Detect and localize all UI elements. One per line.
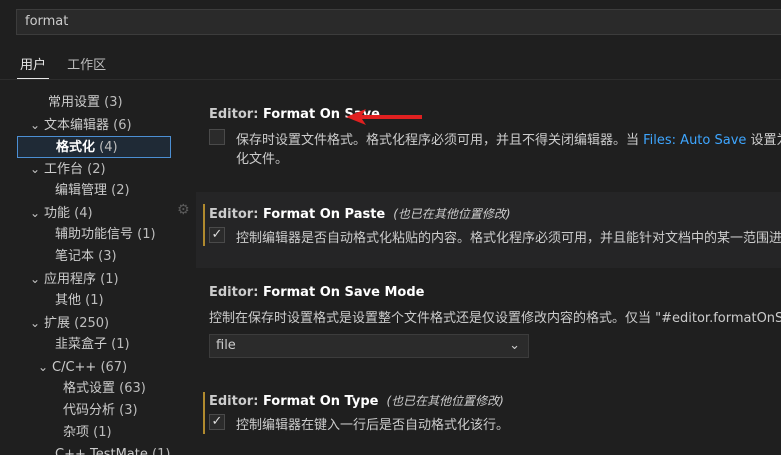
- setting-title-format-on-save-mode: Editor: Format On Save Mode: [209, 285, 425, 300]
- chevron-down-icon: ⌄: [30, 118, 41, 132]
- modified-elsewhere-label[interactable]: (也已在其他位置修改): [386, 394, 503, 408]
- chevron-down-icon: ⌄: [509, 338, 520, 353]
- check-icon: ✓: [211, 414, 223, 429]
- annotation-arrow-icon: [346, 109, 422, 125]
- toc-item-formatting[interactable]: 格式化 (4): [17, 136, 171, 158]
- toc-item-features[interactable]: ⌄ 功能 (4): [30, 202, 93, 224]
- toc-item-accessibility-signals[interactable]: 辅助功能信号 (1): [55, 224, 156, 246]
- chevron-down-icon: ⌄: [38, 360, 49, 374]
- modified-indicator-bar: [203, 204, 205, 246]
- toc-item-text-editor[interactable]: ⌄ 文本编辑器 (6): [30, 114, 132, 136]
- files-auto-save-link[interactable]: Files: Auto Save: [643, 133, 746, 148]
- modified-elsewhere-label[interactable]: (也已在其他位置修改): [393, 207, 510, 221]
- chevron-down-icon: ⌄: [30, 316, 41, 330]
- toc-item-cpp-testmate[interactable]: C++ TestMate (1): [55, 444, 170, 455]
- format-on-save-mode-select[interactable]: file ⌄: [209, 334, 529, 358]
- toc-item-editor-management[interactable]: 编辑管理 (2): [55, 180, 130, 202]
- toc-item-format-settings[interactable]: 格式设置 (63): [63, 378, 146, 400]
- toc-item-cpp[interactable]: ⌄ C/C++ (67): [38, 356, 127, 378]
- setting-title-format-on-paste: Editor: Format On Paste (也已在其他位置修改): [209, 207, 511, 222]
- toc-item-application[interactable]: ⌄ 应用程序 (1): [30, 268, 119, 290]
- settings-scope-tabs: 用户 工作区: [17, 52, 120, 79]
- toc-item-code-analysis[interactable]: 代码分析 (3): [63, 400, 138, 422]
- tab-user[interactable]: 用户: [17, 52, 50, 79]
- toc-item-workbench[interactable]: ⌄ 工作台 (2): [30, 158, 106, 180]
- setting-desc-format-on-save-mode: 控制在保存时设置格式是设置整个文件格式还是仅设置修改内容的格式。仅当 "#edi…: [209, 311, 781, 326]
- format-on-paste-checkbox[interactable]: ✓: [209, 227, 225, 243]
- modified-indicator-bar: [203, 392, 205, 434]
- settings-search-input[interactable]: format: [16, 9, 781, 35]
- setting-title-format-on-type: Editor: Format On Type (也已在其他位置修改): [209, 394, 504, 409]
- format-on-save-checkbox[interactable]: [209, 129, 225, 145]
- toc-item-notebook[interactable]: 笔记本 (3): [55, 246, 117, 268]
- setting-desc-format-on-paste: 控制编辑器是否自动格式化粘贴的内容。格式化程序必须可用，并且能针对文档中的某一范…: [236, 231, 781, 246]
- setting-desc-format-on-type: 控制编辑器在键入一行后是否自动格式化该行。: [236, 418, 510, 433]
- tab-workspace[interactable]: 工作区: [67, 52, 106, 77]
- toc-item-misc[interactable]: 杂项 (1): [63, 422, 112, 444]
- chevron-down-icon: ⌄: [30, 162, 41, 176]
- toc-item-other[interactable]: 其他 (1): [55, 290, 104, 312]
- setting-desc-format-on-save-line2: 化文件。: [236, 152, 289, 167]
- check-icon: ✓: [211, 227, 223, 242]
- format-on-type-checkbox[interactable]: ✓: [209, 414, 225, 430]
- toc-item-common[interactable]: 常用设置 (3): [48, 92, 123, 114]
- tabs-divider: [0, 79, 781, 80]
- toc-item-extensions[interactable]: ⌄ 扩展 (250): [30, 312, 109, 334]
- setting-desc-format-on-save: 保存时设置文件格式。格式化程序必须可用，并且不得关闭编辑器。当 Files: A…: [236, 133, 781, 148]
- toc-item-leeks-box[interactable]: 韭菜盒子 (1): [55, 334, 130, 356]
- chevron-down-icon: ⌄: [30, 206, 41, 220]
- gear-icon[interactable]: ⚙: [177, 202, 190, 218]
- chevron-down-icon: ⌄: [30, 272, 41, 286]
